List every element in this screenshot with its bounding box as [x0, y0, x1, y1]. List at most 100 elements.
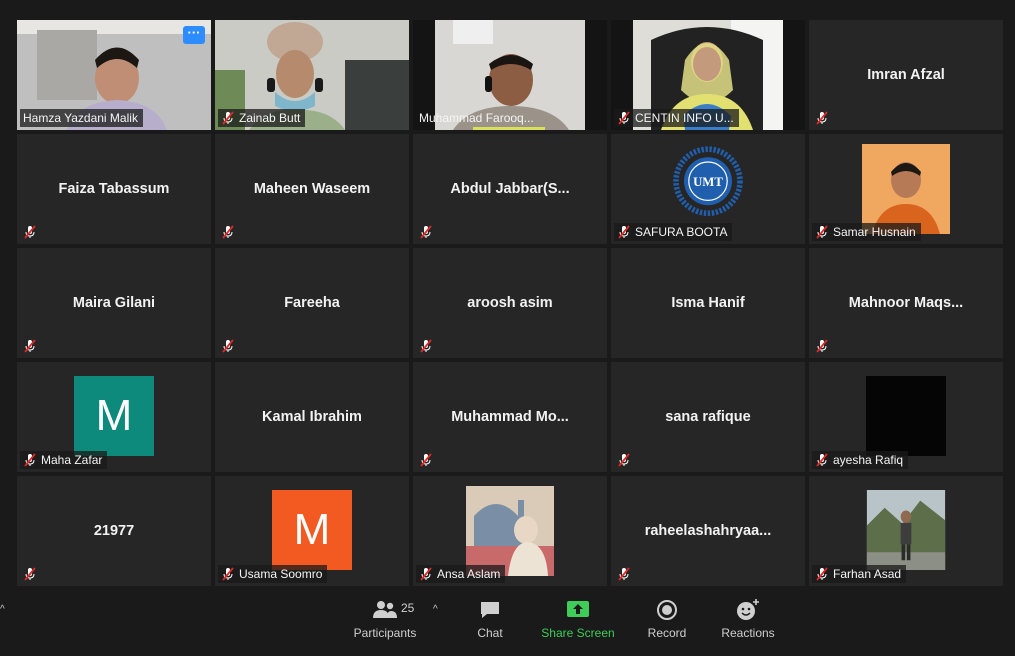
participant-tile-muhammad-farooq[interactable]: Muhammad Farooq... [413, 20, 607, 130]
participant-name-label [20, 223, 46, 241]
meeting-toolbar: ^ Participants 25 ^ Chat Share Screen Re… [0, 590, 1015, 656]
participant-count: 25 [401, 601, 415, 615]
participant-name-label [614, 565, 640, 583]
record-icon [657, 600, 677, 620]
participant-name-label: ayesha Rafiq [812, 451, 909, 469]
participant-name-label [218, 337, 244, 355]
mic-muted-icon [816, 339, 828, 353]
share-screen-icon [567, 601, 589, 617]
participant-name-label [812, 109, 838, 127]
mic-muted-icon [816, 567, 828, 581]
participant-tile-centin-info[interactable]: CENTIN INFO U... [611, 20, 805, 130]
participant-display-name: Imran Afzal [867, 67, 945, 83]
share-screen-button[interactable]: Share Screen [540, 598, 616, 640]
participant-tile-maheen-waseem[interactable]: Maheen Waseem [215, 134, 409, 244]
participants-icon [373, 601, 397, 618]
participant-name-label [416, 337, 442, 355]
profile-photo [466, 486, 554, 576]
participant-tile-usama-soomro[interactable]: M Usama Soomro [215, 476, 409, 586]
participant-name-label: Zainab Butt [218, 109, 306, 127]
participant-name-label [416, 451, 442, 469]
mic-muted-icon [420, 567, 432, 581]
participant-display-name: Maira Gilani [72, 295, 156, 311]
umt-logo: UMT [673, 146, 743, 216]
avatar-initial: M [272, 490, 352, 570]
mic-muted-icon [618, 453, 630, 467]
mic-muted-icon [816, 111, 828, 125]
participant-tile-maira-gilani[interactable]: Maira Gilani [17, 248, 211, 358]
participant-tile-mahnoor[interactable]: Mahnoor Maqs... [809, 248, 1003, 358]
svg-text:UMT: UMT [693, 175, 723, 189]
participant-tile-raheelashahryaa[interactable]: raheelashahryaa... [611, 476, 805, 586]
participant-display-name: Mahnoor Maqs... [848, 295, 964, 311]
mic-muted-icon [24, 225, 36, 239]
participant-tile-imran-afzal[interactable]: Imran Afzal [809, 20, 1003, 130]
participant-tile-kamal-ibrahim[interactable]: Kamal Ibrahim [215, 362, 409, 472]
participant-tile-muhammad-mo[interactable]: Muhammad Mo... [413, 362, 607, 472]
participant-tile-maha-zafar[interactable]: M Maha Zafar [17, 362, 211, 472]
participant-tile-farhan-asad[interactable]: Farhan Asad [809, 476, 1003, 586]
participant-tile-safura-boota[interactable]: UMT SAFURA BOOTA [611, 134, 805, 244]
participant-tile-isma-hanif[interactable]: Isma Hanif [611, 248, 805, 358]
participant-name-label [20, 337, 46, 355]
mic-muted-icon [618, 111, 630, 125]
participant-name-label: Hamza Yazdani Malik [20, 109, 143, 127]
toolbar-left-caret-icon[interactable]: ^ [0, 604, 5, 615]
participant-tile-abdul-jabbar[interactable]: Abdul Jabbar(S... [413, 134, 607, 244]
participant-name-label: CENTIN INFO U... [614, 109, 739, 127]
mic-muted-icon [24, 339, 36, 353]
participant-display-name: Maheen Waseem [253, 181, 371, 197]
participant-display-name: raheelashahryaa... [644, 523, 772, 539]
more-options-button[interactable]: ··· [183, 26, 205, 44]
participant-tile-ansa-aslam[interactable]: Ansa Aslam [413, 476, 607, 586]
participant-display-name: Muhammad Mo... [451, 409, 569, 425]
mic-muted-icon [24, 567, 36, 581]
mic-muted-icon [24, 453, 36, 467]
participant-name-label: Farhan Asad [812, 565, 907, 583]
record-button[interactable]: Record [645, 598, 689, 640]
participant-tile-zainab[interactable]: Zainab Butt [215, 20, 409, 130]
chat-button[interactable]: Chat [470, 598, 510, 640]
participant-tile-hamza[interactable]: ··· Hamza Yazdani Malik [17, 20, 211, 130]
participant-name-label [218, 223, 244, 241]
active-audio-indicator [473, 127, 545, 130]
participant-name-label [614, 451, 640, 469]
avatar-initial: M [74, 376, 154, 456]
mic-muted-icon [420, 225, 432, 239]
video-grid: ··· Hamza Yazdani Malik Zainab Butt Muha… [17, 20, 1003, 586]
mic-muted-icon [222, 111, 234, 125]
participant-name-label: Samar Husnain [812, 223, 921, 241]
participant-tile-21977[interactable]: 21977 [17, 476, 211, 586]
profile-photo [862, 144, 950, 234]
mic-muted-icon [222, 225, 234, 239]
participant-display-name: Faiza Tabassum [58, 181, 170, 197]
participant-tile-fareeha[interactable]: Fareeha [215, 248, 409, 358]
participant-name-label: Maha Zafar [20, 451, 108, 469]
participant-tile-faiza-tabassum[interactable]: Faiza Tabassum [17, 134, 211, 244]
participant-tile-ayesha-rafiq[interactable]: ayesha Rafiq [809, 362, 1003, 472]
participant-display-name: Fareeha [284, 295, 340, 311]
mic-muted-icon [816, 225, 828, 239]
participant-name-label [812, 337, 838, 355]
profile-photo [866, 490, 946, 570]
participant-display-name: Isma Hanif [671, 295, 745, 311]
mic-muted-icon [222, 339, 234, 353]
participant-tile-samar-husnain[interactable]: Samar Husnain [809, 134, 1003, 244]
profile-photo [866, 376, 946, 456]
participant-name-label: Ansa Aslam [416, 565, 506, 583]
participant-display-name: sana rafique [665, 409, 751, 425]
mic-muted-icon [420, 339, 432, 353]
mic-muted-icon [420, 453, 432, 467]
participant-name-label [20, 565, 46, 583]
chat-icon [481, 602, 499, 618]
mic-muted-icon [618, 225, 630, 239]
mic-muted-icon [618, 567, 630, 581]
participants-caret-icon[interactable]: ^ [433, 604, 438, 615]
reactions-icon [737, 599, 759, 620]
participant-display-name: Abdul Jabbar(S... [450, 181, 570, 197]
mic-muted-icon [816, 453, 828, 467]
mic-muted-icon [222, 567, 234, 581]
reactions-button[interactable]: Reactions [718, 598, 778, 640]
participant-tile-sana-rafique[interactable]: sana rafique [611, 362, 805, 472]
participant-tile-aroosh-asim[interactable]: aroosh asim [413, 248, 607, 358]
